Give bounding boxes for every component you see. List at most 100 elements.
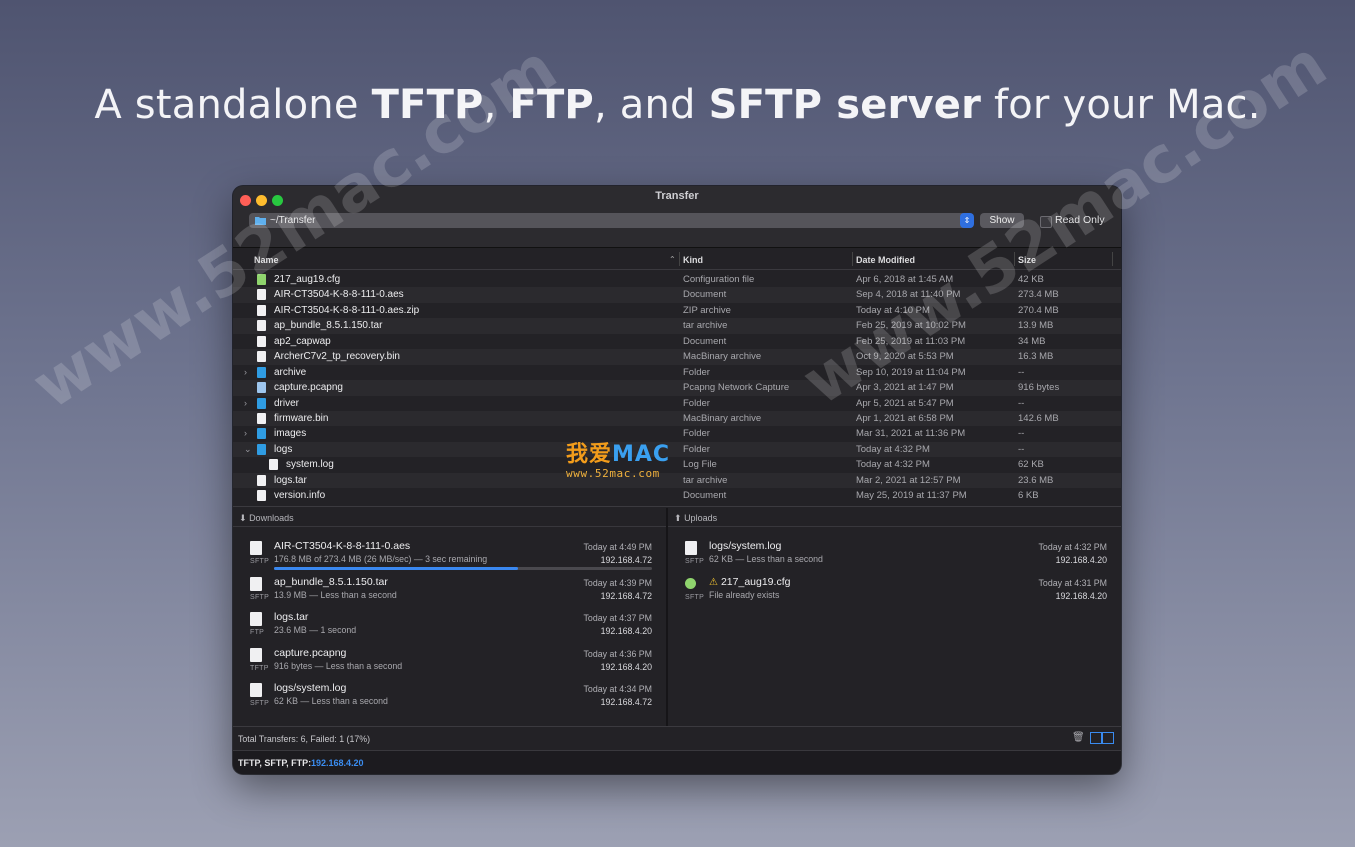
disclosure-icon[interactable]: ›: [244, 428, 247, 438]
column-kind[interactable]: Kind: [683, 255, 703, 265]
transfer-window: Transfer ~/Transfer ⇕ Show Read Only Nam…: [233, 186, 1121, 774]
file-name: ap_bundle_8.5.1.150.tar: [274, 320, 383, 332]
transfer-item[interactable]: SFTP ⚠ 217_aug19.cfg File already exists Tod…: [685, 575, 1107, 611]
file-row[interactable]: AIR-CT3504-K-8-8-111-0.aes Document Sep 4,…: [233, 287, 1121, 303]
transfer-ip: 192.168.4.20: [600, 661, 652, 672]
file-date: Apr 3, 2021 at 1:47 PM: [856, 382, 954, 394]
file-name: capture.pcapng: [274, 382, 343, 394]
file-kind: Pcapng Network Capture: [683, 382, 790, 394]
file-row[interactable]: ArcherC7v2_tp_recovery.bin MacBinary arch…: [233, 349, 1121, 365]
transfer-item[interactable]: SFTP logs/system.log 62 KB — Less than a s…: [685, 539, 1107, 575]
read-only-label: Read Only: [1055, 214, 1105, 226]
column-divider: [852, 252, 853, 266]
transfer-name-text: logs/system.log: [709, 540, 782, 552]
file-row[interactable]: AIR-CT3504-K-8-8-111-0.aes.zip ZIP archiv…: [233, 303, 1121, 318]
transfer-item[interactable]: SFTP AIR-CT3504-K-8-8-111-0.aes 176.8 MB o…: [250, 539, 652, 575]
file-size: 42 KB: [1018, 274, 1044, 285]
transfer-detail: 62 KB — Less than a second: [709, 554, 823, 564]
trash-icon[interactable]: 🗑: [1072, 732, 1085, 743]
path-stepper-icon[interactable]: ⇕: [960, 213, 974, 228]
file-date: Today at 4:32 PM: [856, 443, 930, 455]
transfer-time: Today at 4:39 PM: [583, 577, 652, 588]
file-date: Apr 1, 2021 at 6:58 PM: [856, 412, 954, 424]
pane-divider: [233, 506, 1121, 507]
file-date: Apr 5, 2021 at 5:47 PM: [856, 397, 954, 409]
file-row[interactable]: ap2_capwap Document Feb 25, 2019 at 11:03 …: [233, 334, 1121, 349]
disclosure-icon[interactable]: ⌄: [244, 444, 252, 455]
file-icon: [250, 541, 262, 555]
file-row[interactable]: capture.pcapng Pcapng Network Capture Apr …: [233, 380, 1121, 396]
file-row[interactable]: version.info Document May 25, 2019 at 11:3…: [233, 488, 1121, 503]
right-pane-icon[interactable]: [1102, 732, 1114, 744]
transfer-item[interactable]: SFTP ap_bundle_8.5.1.150.tar 13.9 MB — Les…: [250, 575, 652, 611]
headline-tftp: TFTP: [371, 82, 484, 128]
file-icon: [250, 683, 262, 697]
file-row[interactable]: › archive Folder Sep 10, 2019 at 11:04 PM --: [233, 365, 1121, 380]
file-size: --: [1018, 366, 1025, 378]
file-name: logs.tar: [274, 474, 307, 486]
path-popup[interactable]: ~/Transfer: [249, 213, 973, 228]
pane-split[interactable]: [666, 508, 668, 726]
file-name: firmware.bin: [274, 412, 329, 424]
brand-mac: MAC: [612, 442, 671, 467]
titlebar: Transfer ~/Transfer ⇕ Show Read Only: [233, 186, 1121, 248]
status-ip[interactable]: 192.168.4.20: [311, 758, 364, 768]
file-kind: Document: [683, 335, 727, 347]
transfer-time: Today at 4:31 PM: [1038, 577, 1107, 588]
transfer-ip: 192.168.4.20: [1055, 555, 1107, 565]
file-row[interactable]: › driver Folder Apr 5, 2021 at 5:47 PM --: [233, 396, 1121, 411]
transfer-name-text: AIR-CT3504-K-8-8-111-0.aes: [274, 540, 411, 552]
layout-toggle[interactable]: [1090, 732, 1114, 744]
file-list: 217_aug19.cfg Configuration file Apr 6, 20…: [233, 272, 1121, 504]
headline: A standalone TFTP, FTP, and SFTP server …: [0, 82, 1355, 128]
file-row[interactable]: ap_bundle_8.5.1.150.tar tar archive Feb 25…: [233, 318, 1121, 334]
file-size: 16.3 MB: [1018, 351, 1054, 363]
transfer-time: Today at 4:32 PM: [1038, 542, 1107, 552]
file-date: Feb 25, 2019 at 10:02 PM: [856, 320, 966, 332]
download-arrow-icon: ⬇: [239, 513, 247, 523]
disclosure-icon[interactable]: ›: [244, 367, 247, 377]
file-icon: [250, 576, 262, 591]
transfer-item[interactable]: SFTP logs/system.log 62 KB — Less than a s…: [250, 681, 652, 717]
file-row[interactable]: firmware.bin MacBinary archive Apr 1, 2021…: [233, 410, 1121, 427]
protocol-label: TFTP: [250, 664, 269, 672]
left-pane-icon[interactable]: [1090, 732, 1102, 744]
file-kind: MacBinary archive: [683, 412, 762, 424]
file-name: images: [274, 428, 307, 440]
transfer-ip: 192.168.4.72: [600, 590, 652, 601]
column-name[interactable]: Name: [254, 255, 279, 265]
folder-icon: [257, 428, 266, 440]
window-title: Transfer: [655, 190, 699, 202]
pane-rule: [668, 526, 1121, 527]
file-date: Feb 25, 2019 at 11:03 PM: [856, 335, 966, 347]
file-icon: [685, 541, 697, 555]
transfer-item[interactable]: FTP logs.tar 23.6 MB — 1 second Today at 4:…: [250, 610, 652, 646]
headline-sep: ,: [483, 82, 510, 128]
file-date: Mar 31, 2021 at 11:36 PM: [856, 428, 966, 440]
disclosure-icon[interactable]: ›: [244, 398, 247, 408]
file-kind: Document: [683, 289, 727, 301]
file-date: May 25, 2019 at 11:37 PM: [856, 490, 967, 502]
column-date-modified[interactable]: Date Modified: [856, 255, 915, 265]
file-row[interactable]: ⌄ logs Folder Today at 4:32 PM --: [233, 441, 1121, 458]
file-row[interactable]: › images Folder Mar 31, 2021 at 11:36 PM --: [233, 426, 1121, 441]
file-name: ap2_capwap: [274, 335, 331, 347]
file-kind: Configuration file: [683, 274, 755, 285]
column-size[interactable]: Size: [1018, 255, 1036, 265]
transfer-time: Today at 4:37 PM: [583, 613, 652, 623]
file-row[interactable]: system.log Log File Today at 4:32 PM 62 KB: [233, 457, 1121, 472]
transfer-name: capture.pcapng: [274, 647, 346, 659]
status-label: TFTP, SFTP, FTP:: [238, 758, 312, 768]
transfer-ip: 192.168.4.20: [600, 626, 652, 636]
transfer-detail: File already exists: [709, 589, 780, 600]
file-size: 6 KB: [1018, 490, 1039, 502]
file-kind: Folder: [683, 443, 710, 455]
document-icon: [257, 289, 266, 301]
read-only-checkbox[interactable]: [1040, 216, 1052, 228]
transfer-item[interactable]: TFTP capture.pcapng 916 bytes — Less than …: [250, 646, 652, 682]
file-row[interactable]: 217_aug19.cfg Configuration file Apr 6, 20…: [233, 272, 1121, 287]
protocol-label: SFTP: [250, 593, 270, 601]
show-button[interactable]: Show: [980, 213, 1024, 228]
file-row[interactable]: logs.tar tar archive Mar 2, 2021 at 12:57 …: [233, 472, 1121, 489]
upload-arrow-icon: ⬆: [674, 513, 682, 523]
